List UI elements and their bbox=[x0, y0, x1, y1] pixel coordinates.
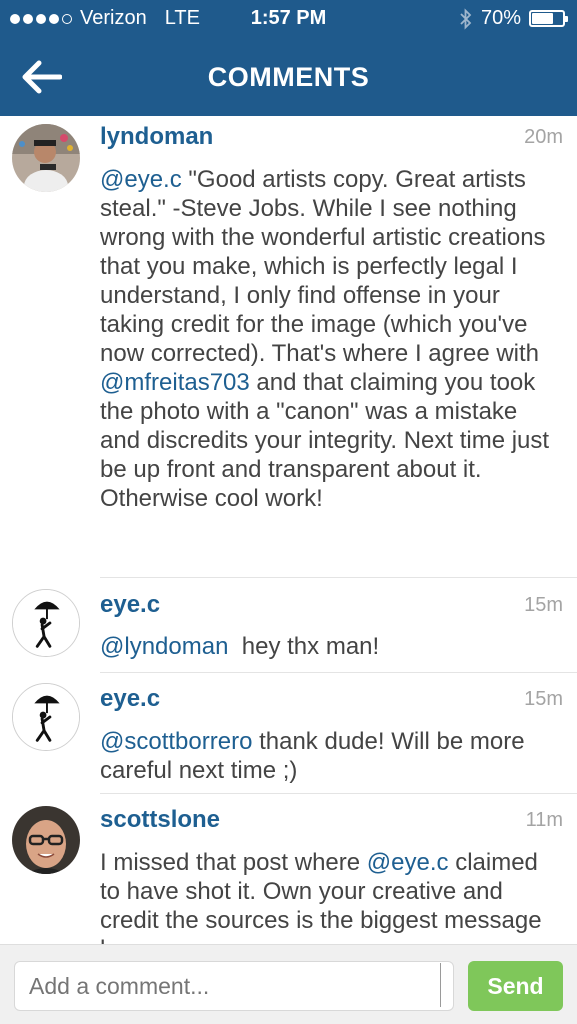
comment-username[interactable]: lyndoman bbox=[100, 123, 213, 151]
comment-timestamp: 15m bbox=[524, 688, 563, 710]
mention-link[interactable]: @scottborrero bbox=[100, 728, 252, 755]
mention-link[interactable]: @lyndoman bbox=[100, 633, 228, 660]
mention-link[interactable]: @mfreitas703 bbox=[100, 369, 250, 396]
bluetooth-icon bbox=[460, 7, 472, 30]
avatar[interactable] bbox=[12, 124, 80, 192]
comments-list[interactable]: lyndoman 20m @eye.c "Good artists copy. … bbox=[0, 116, 577, 944]
comment-username[interactable]: eye.c bbox=[100, 685, 160, 713]
comment-timestamp: 20m bbox=[524, 126, 563, 148]
battery-icon bbox=[529, 10, 568, 27]
send-button[interactable]: Send bbox=[468, 961, 563, 1011]
comment-text: @scottborrero thank dude! Will be more c… bbox=[100, 727, 553, 785]
comment-timestamp: 15m bbox=[524, 594, 563, 616]
mention-link[interactable]: @eye.c bbox=[100, 166, 182, 193]
comment-timestamp: 11m bbox=[525, 809, 563, 831]
nav-bar: COMMENTS bbox=[0, 38, 577, 116]
comment-text: I missed that post where @eye.c claimed … bbox=[100, 848, 553, 944]
comment-text: @eye.c "Good artists copy. Great artists… bbox=[100, 165, 553, 513]
comment-text-segment: I missed that post where bbox=[100, 849, 367, 876]
comment-text: @lyndoman hey thx man! bbox=[100, 632, 553, 661]
status-bar: Verizon LTE 1:57 PM 70% bbox=[0, 0, 577, 38]
comment-username[interactable]: eye.c bbox=[100, 591, 160, 619]
comment-input[interactable] bbox=[14, 961, 454, 1011]
divider bbox=[100, 577, 577, 578]
avatar[interactable] bbox=[12, 589, 80, 657]
status-right: 70% bbox=[459, 7, 568, 30]
page-title: COMMENTS bbox=[207, 62, 370, 92]
mention-link[interactable]: @eye.c bbox=[367, 849, 449, 876]
comment-text-segment: "Good artists copy. Great artists steal.… bbox=[100, 166, 546, 367]
divider bbox=[100, 672, 577, 673]
avatar[interactable] bbox=[12, 683, 80, 751]
comment-username[interactable]: scottslone bbox=[100, 806, 220, 834]
text-caret bbox=[440, 963, 441, 1007]
divider bbox=[100, 793, 577, 794]
avatar[interactable] bbox=[12, 806, 80, 874]
comment-text-segment: hey thx man! bbox=[228, 633, 380, 660]
battery-percent: 70% bbox=[480, 7, 521, 29]
comment-composer: Send bbox=[0, 944, 577, 1024]
